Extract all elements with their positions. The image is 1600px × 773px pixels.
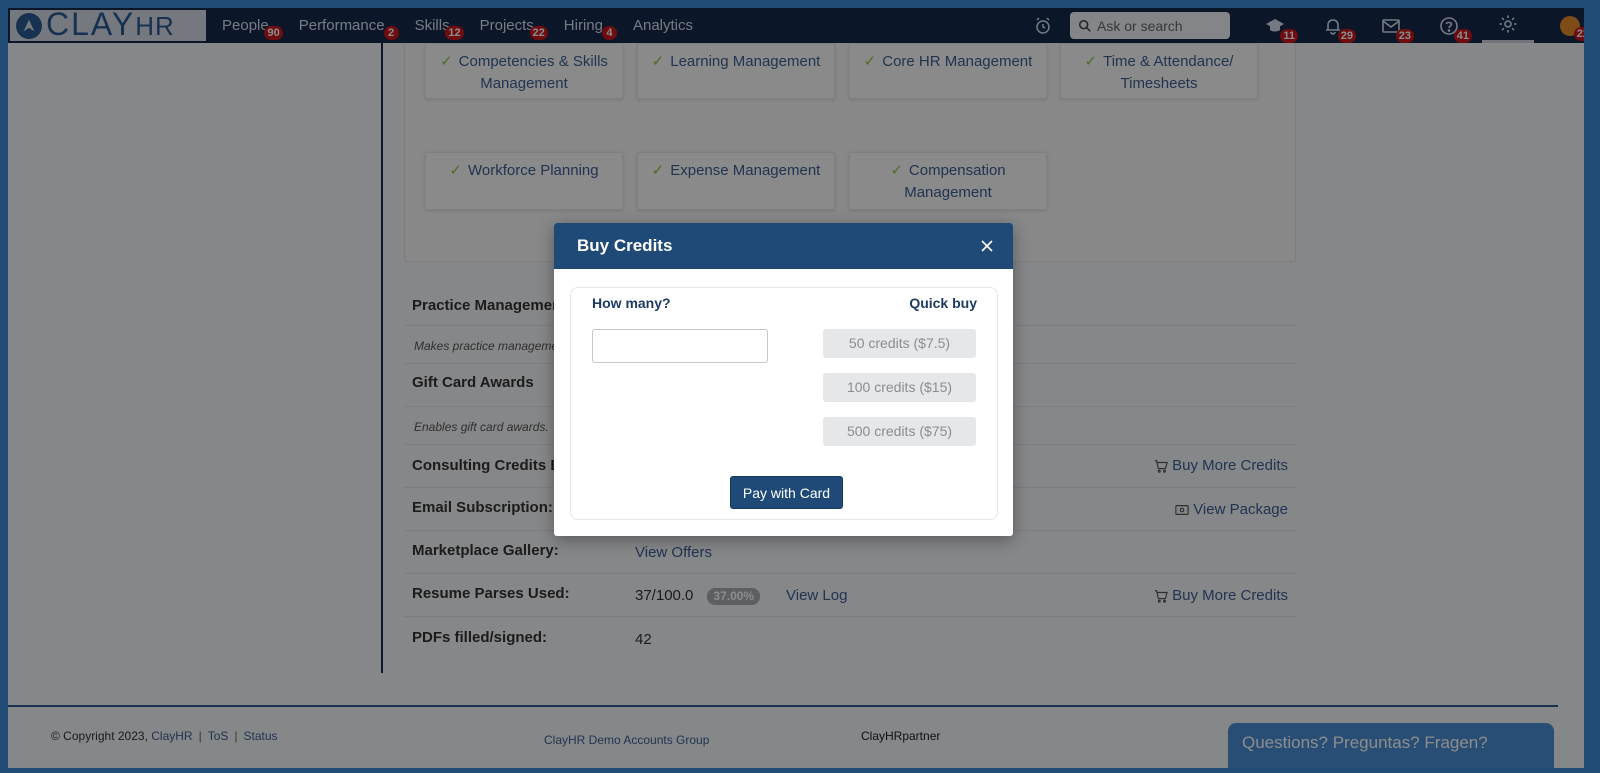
buy-credits-modal: Buy Credits How many? Quick buy 50 credi…: [554, 223, 1013, 536]
how-many-label: How many?: [592, 295, 671, 311]
modal-header: Buy Credits: [554, 223, 1013, 269]
quick-buy-500-button[interactable]: 500 credits ($75): [823, 417, 976, 446]
modal-body: How many? Quick buy 50 credits ($7.5) 10…: [570, 287, 998, 520]
credits-quantity-input[interactable]: [592, 329, 768, 363]
close-icon[interactable]: [979, 238, 995, 254]
quick-buy-100-button[interactable]: 100 credits ($15): [823, 373, 976, 402]
quick-buy-50-button[interactable]: 50 credits ($7.5): [823, 329, 976, 358]
modal-title: Buy Credits: [577, 236, 673, 255]
quick-buy-label: Quick buy: [909, 295, 977, 311]
pay-with-card-button[interactable]: Pay with Card: [730, 476, 843, 509]
